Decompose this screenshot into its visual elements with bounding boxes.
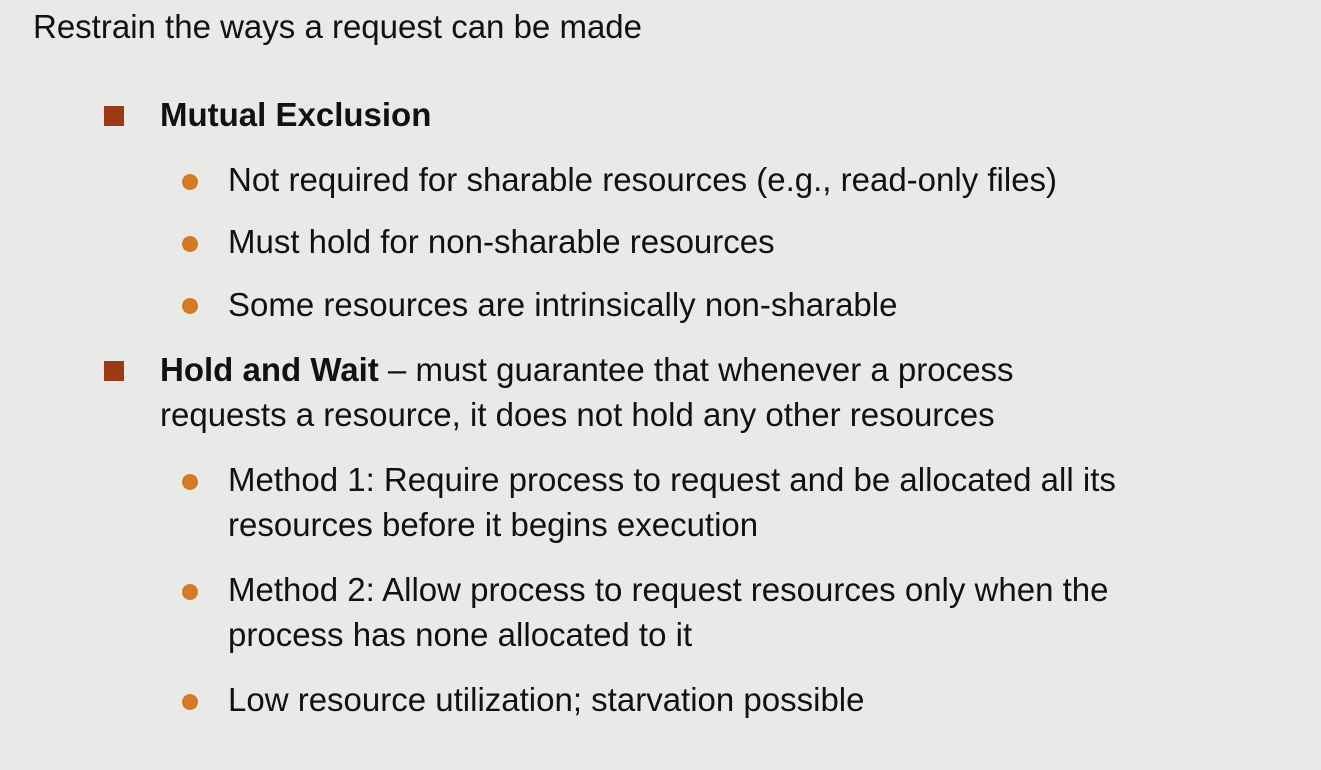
dot-bullet-icon	[182, 174, 198, 190]
list-item: Some resources are intrinsically non-sha…	[228, 286, 898, 323]
list-item: Method 1: Require process to request and…	[228, 461, 1116, 498]
heading: Hold and Wait	[160, 351, 379, 388]
dot-bullet-icon	[182, 694, 198, 710]
dot-bullet-icon	[182, 474, 198, 490]
dot-bullet-icon	[182, 236, 198, 252]
square-bullet-icon	[104, 361, 124, 381]
slide-title: Restrain the ways a request can be made	[33, 8, 643, 45]
list-item: Method 2: Allow process to request resou…	[228, 571, 1109, 608]
dot-bullet-icon	[182, 298, 198, 314]
list-item: Not required for sharable resources (e.g…	[228, 161, 1058, 198]
dot-bullet-icon	[182, 584, 198, 600]
list-item-line-2: process has none allocated to it	[228, 616, 693, 653]
list-item: Must hold for non-sharable resources	[228, 223, 775, 260]
heading: Mutual Exclusion	[160, 96, 432, 133]
description-line-2: requests a resource, it does not hold an…	[160, 396, 995, 433]
list-item: Low resource utilization; starvation pos…	[228, 681, 865, 718]
square-bullet-icon	[104, 106, 124, 126]
list-item-line-2: resources before it begins execution	[228, 506, 759, 543]
description: – must guarantee that whenever a process	[378, 351, 1014, 388]
